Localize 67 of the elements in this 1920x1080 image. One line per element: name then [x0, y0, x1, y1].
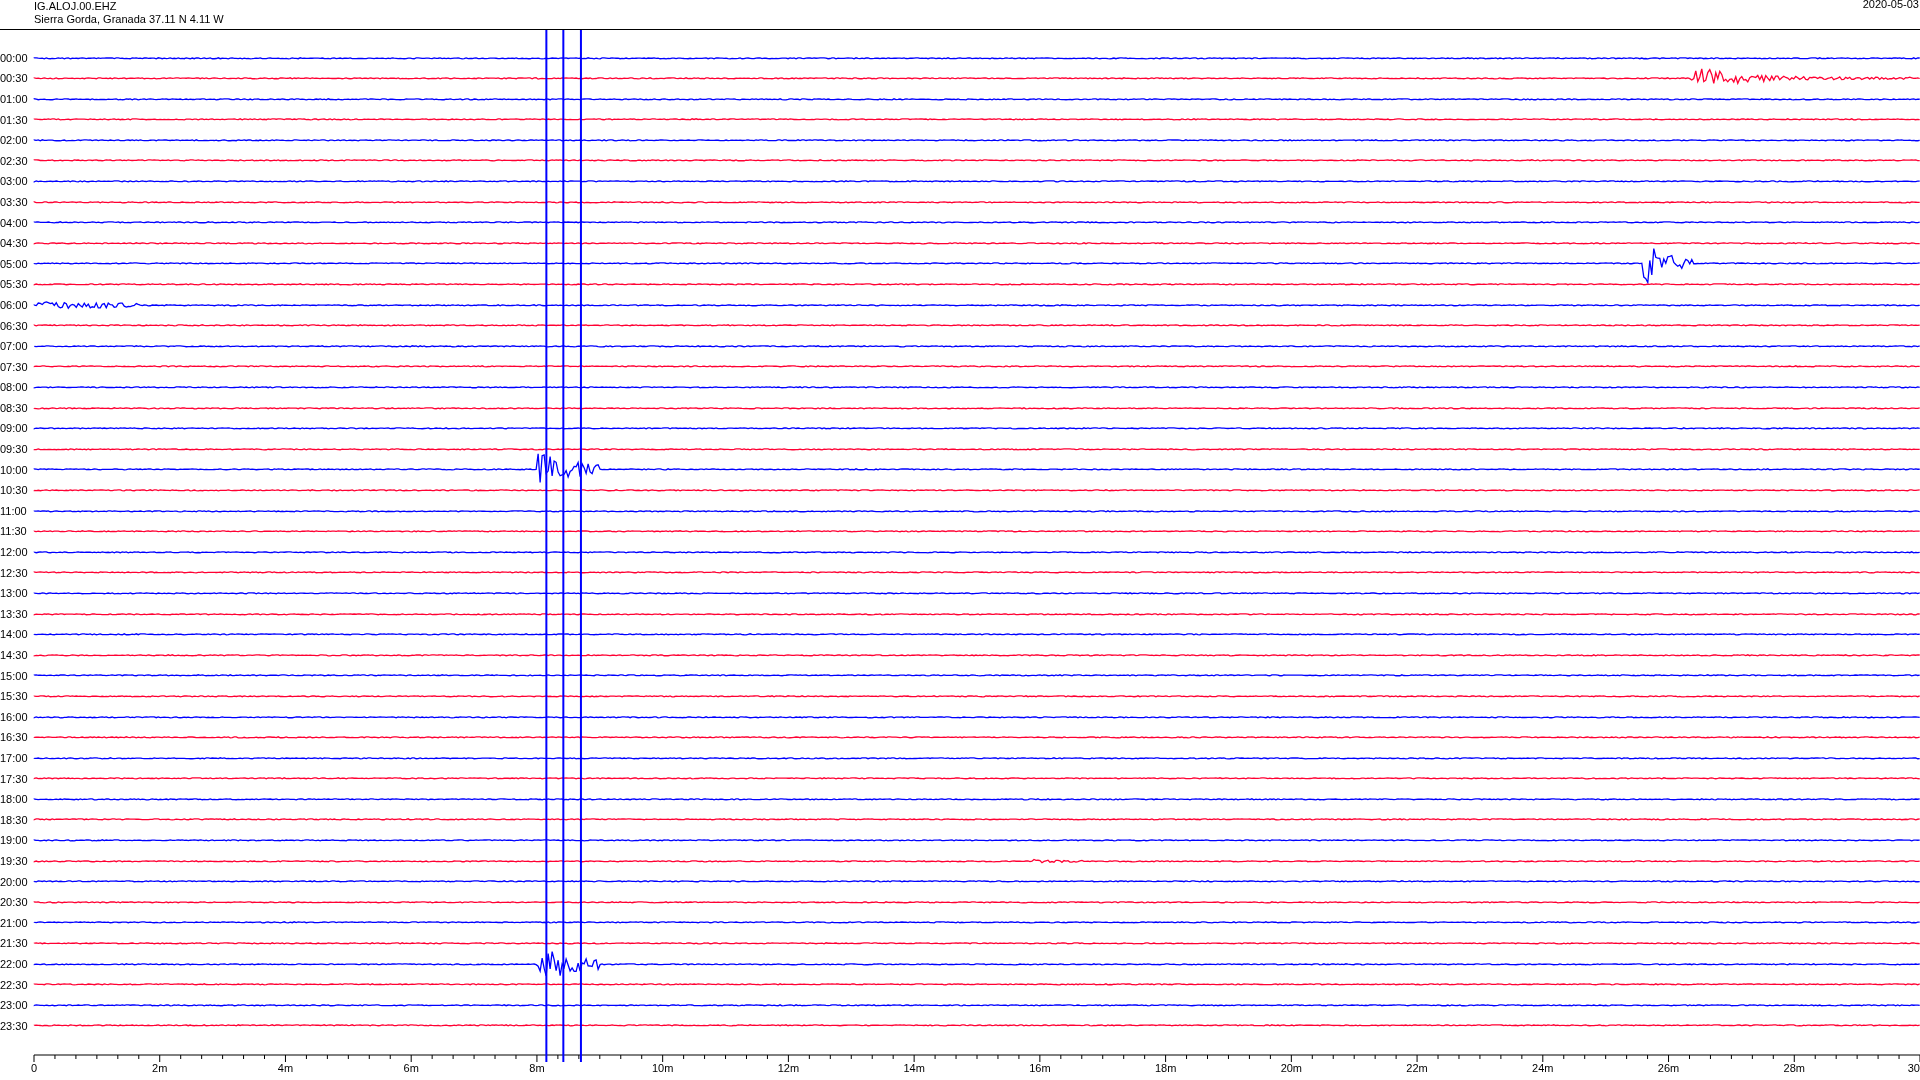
row-time-label: 20:30	[0, 896, 29, 909]
row-time-label: 11:00	[0, 504, 28, 517]
row-time-label: 15:30	[0, 690, 29, 703]
axis-tick-label: 12m	[777, 1062, 800, 1074]
axis-tick-label: 20m	[1280, 1062, 1303, 1074]
row-time-label: 07:30	[0, 360, 29, 373]
row-time-label: 18:30	[0, 813, 29, 826]
row-time-label: 04:30	[0, 237, 29, 250]
row-time-label: 08:30	[0, 401, 29, 414]
row-time-label: 00:30	[0, 72, 29, 85]
row-time-label: 05:00	[0, 257, 29, 270]
row-time-label: 12:00	[0, 546, 29, 559]
row-time-label: 20:00	[0, 875, 29, 888]
row-time-label: 13:30	[0, 607, 29, 620]
row-time-label: 19:30	[0, 854, 29, 867]
axis-tick-label: 10m	[651, 1062, 674, 1074]
row-time-label: 00:00	[0, 51, 29, 64]
axis-tick-label: 0	[30, 1062, 38, 1074]
row-time-label: 16:00	[0, 710, 29, 723]
axis-tick-label: 16m	[1029, 1062, 1051, 1074]
row-time-label: 15:00	[0, 669, 29, 682]
row-time-label: 18:00	[0, 793, 29, 806]
row-time-label: 03:30	[0, 195, 29, 208]
row-time-label: 19:00	[0, 834, 29, 847]
row-time-label: 22:30	[0, 978, 29, 991]
station-location: Sierra Gorda, Granada 37.11 N 4.11 W	[34, 13, 224, 26]
row-time-label: 10:30	[0, 484, 29, 497]
row-time-label: 07:00	[0, 340, 29, 353]
row-time-label: 09:30	[0, 443, 29, 456]
row-time-label: 17:30	[0, 772, 29, 785]
axis-tick-label: 22m	[1406, 1062, 1428, 1074]
row-time-label: 02:00	[0, 134, 29, 147]
row-time-label: 01:00	[0, 93, 29, 105]
row-time-label: 01:30	[0, 113, 29, 126]
row-time-label: 23:00	[0, 999, 29, 1012]
axis-tick-label: 24m	[1532, 1062, 1554, 1074]
row-time-label: 23:30	[0, 1019, 29, 1032]
row-time-label: 21:00	[0, 916, 29, 929]
row-time-label: 21:30	[0, 937, 29, 950]
row-time-label: 10:00	[0, 463, 29, 476]
axis-tick-label: 30	[1907, 1062, 1920, 1074]
row-time-label: 08:00	[0, 381, 29, 394]
row-time-label: 04:00	[0, 216, 29, 229]
station-code: IG.ALOJ.00.EHZ	[34, 0, 118, 13]
row-time-label: 16:30	[0, 731, 29, 744]
row-time-label: 14:00	[0, 628, 29, 641]
axis-tick-label: 14m	[903, 1062, 925, 1074]
row-time-label: 06:30	[0, 319, 29, 332]
row-time-label: 22:00	[0, 957, 29, 970]
row-time-label: 14:30	[0, 649, 29, 661]
axis-tick-label: 8m	[529, 1062, 545, 1074]
row-time-label: 11:30	[0, 525, 28, 538]
axis-tick-label: 4m	[277, 1062, 294, 1074]
row-time-label: 17:00	[0, 752, 29, 764]
row-time-label: 13:00	[0, 587, 29, 600]
axis-tick-label: 2m	[152, 1062, 168, 1074]
row-time-label: 12:30	[0, 566, 29, 579]
row-time-label: 05:30	[0, 278, 29, 291]
row-time-label: 03:00	[0, 175, 29, 188]
row-time-label: 09:00	[0, 422, 29, 435]
row-time-label: 06:00	[0, 298, 29, 311]
axis-tick-label: 6m	[403, 1062, 419, 1074]
plot-date: 2020-05-03	[1862, 0, 1919, 12]
axis-tick-label: 26m	[1657, 1062, 1680, 1074]
axis-tick-label: 18m	[1154, 1062, 1177, 1074]
row-time-label: 02:30	[0, 154, 29, 167]
axis-tick-label: 28m	[1783, 1062, 1805, 1074]
